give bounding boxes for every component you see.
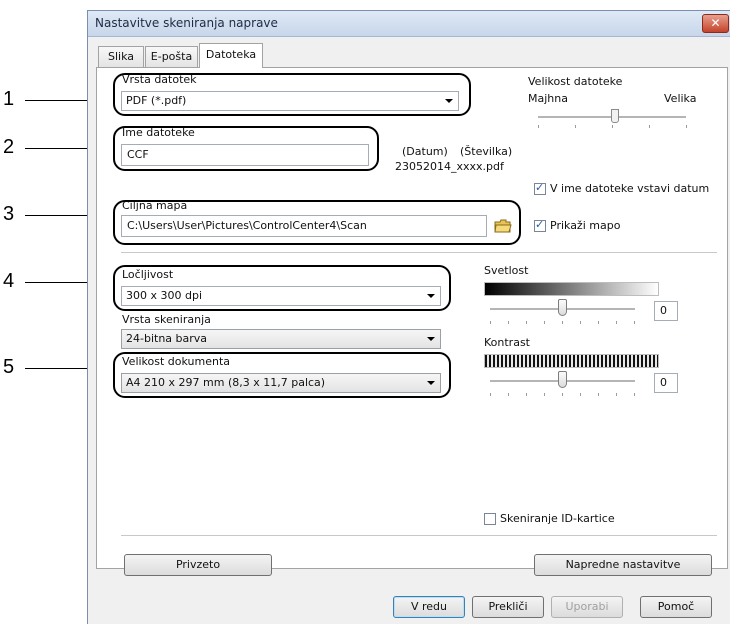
callout-box-2 [113, 126, 379, 171]
tab-email[interactable]: E-pošta [145, 46, 198, 67]
number-label: (Številka) [460, 145, 513, 158]
close-button[interactable]: ✕ [702, 14, 729, 33]
tab-file[interactable]: Datoteka [199, 43, 263, 68]
default-button[interactable]: Privzeto [124, 554, 272, 576]
scan-type-select[interactable]: 24-bitna barva [121, 329, 441, 349]
id-card-scan-checkbox[interactable] [484, 513, 496, 525]
callout-4: 4 [3, 270, 15, 292]
help-button[interactable]: Pomoč [640, 596, 712, 618]
apply-button[interactable]: Uporabi [551, 596, 623, 618]
scan-type-value: 24-bitna barva [126, 332, 208, 345]
tick [538, 125, 539, 128]
id-card-scan-label: Skeniranje ID-kartice [500, 512, 615, 525]
chevron-down-icon [427, 337, 435, 341]
file-size-min-label: Majhna [528, 92, 568, 105]
contrast-value-field[interactable]: 0 [654, 373, 678, 393]
close-icon: ✕ [710, 16, 721, 30]
tick [634, 393, 635, 396]
insert-date-label: V ime datoteke vstavi datum [550, 182, 710, 195]
show-folder-label: Prikaži mapo [550, 219, 621, 232]
tick [526, 393, 527, 396]
tick [490, 393, 491, 396]
window-title: Nastavitve skeniranja naprave [95, 16, 278, 30]
divider [121, 535, 717, 536]
tick [544, 321, 545, 324]
brightness-gradient [484, 282, 659, 296]
callout-box-4 [113, 265, 451, 311]
callout-3: 3 [3, 203, 15, 225]
title-bar: Nastavitve skeniranja naprave ✕ [88, 11, 730, 37]
callout-1: 1 [3, 88, 15, 110]
divider [121, 252, 717, 253]
tick [580, 321, 581, 324]
tick [490, 321, 491, 324]
tick [598, 321, 599, 324]
callout-5: 5 [3, 356, 15, 378]
contrast-label: Kontrast [484, 336, 530, 349]
tick [649, 125, 650, 128]
tick [508, 393, 509, 396]
tick [580, 393, 581, 396]
tick [526, 321, 527, 324]
file-tab-panel: Vrsta datotek PDF (*.pdf) Velikost datot… [96, 67, 728, 576]
ok-button[interactable]: V redu [393, 596, 465, 618]
cancel-button[interactable]: Prekliči [472, 596, 544, 618]
file-size-label: Velikost datoteke [528, 75, 623, 88]
contrast-pattern [484, 354, 659, 368]
tab-image[interactable]: Slika [98, 46, 144, 67]
callout-box-1 [113, 73, 471, 116]
callout-2: 2 [3, 136, 15, 158]
tick [508, 321, 509, 324]
file-name-example: 23052014_xxxx.pdf [395, 160, 504, 173]
tick [634, 321, 635, 324]
tick [544, 393, 545, 396]
file-size-max-label: Velika [664, 92, 697, 105]
scan-type-label: Vrsta skeniranja [122, 313, 211, 326]
insert-date-checkbox[interactable] [534, 181, 546, 195]
tick [562, 393, 563, 396]
contrast-slider-thumb[interactable] [558, 371, 567, 388]
tick [616, 393, 617, 396]
brightness-value-field[interactable]: 0 [654, 301, 678, 321]
show-folder-checkbox[interactable] [534, 218, 546, 232]
callout-box-5 [113, 352, 451, 398]
brightness-label: Svetlost [484, 264, 529, 277]
scan-settings-dialog: Nastavitve skeniranja naprave ✕ Slika E-… [87, 10, 730, 624]
tick [686, 125, 687, 128]
file-size-slider-thumb[interactable] [611, 109, 619, 123]
brightness-slider-thumb[interactable] [558, 299, 567, 316]
tick [562, 321, 563, 324]
callout-box-3 [113, 200, 521, 245]
tick [575, 125, 576, 128]
advanced-settings-button[interactable]: Napredne nastavitve [534, 554, 712, 576]
tick [612, 125, 613, 128]
tick [616, 321, 617, 324]
date-label: (Datum) [402, 145, 448, 158]
tick [598, 393, 599, 396]
